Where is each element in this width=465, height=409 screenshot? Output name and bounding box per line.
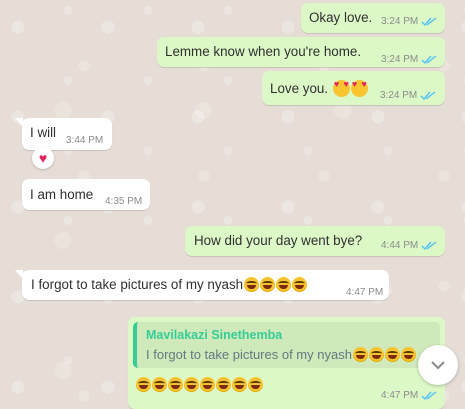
tears-of-joy-icon bbox=[384, 347, 400, 362]
message-time: 3:44 PM bbox=[66, 135, 104, 146]
tears-of-joy-icon bbox=[244, 277, 260, 292]
message-time: 4:47 PM bbox=[381, 390, 419, 401]
read-ticks-icon bbox=[421, 54, 437, 64]
message-text: Lemme know when you're home. bbox=[165, 44, 362, 59]
quote-text: I forgot to take pictures of my nyash bbox=[146, 347, 416, 362]
read-ticks-icon bbox=[421, 390, 437, 400]
message-meta: 4:47 PM bbox=[346, 287, 383, 298]
rofl-icon bbox=[184, 377, 199, 392]
rofl-icon bbox=[248, 377, 263, 392]
message-outgoing[interactable]: Okay love. 3:24 PM bbox=[301, 3, 445, 33]
quote-text-content: I forgot to take pictures of my nyash bbox=[146, 347, 352, 362]
message-text: Okay love. bbox=[309, 10, 373, 25]
read-ticks-icon bbox=[421, 16, 437, 26]
message-incoming[interactable]: I will 3:44 PM bbox=[15, 118, 112, 150]
message-time: 3:24 PM bbox=[381, 54, 419, 65]
message-time: 3:24 PM bbox=[381, 16, 419, 27]
message-text-content: Love you. bbox=[270, 81, 329, 96]
message-time: 4:47 PM bbox=[346, 287, 384, 298]
message-meta: 3:24 PM bbox=[381, 16, 437, 27]
message-text: I am home bbox=[30, 187, 94, 202]
rofl-icon bbox=[152, 377, 167, 392]
message-text: I will bbox=[30, 125, 57, 140]
message-text: How did your day went bye? bbox=[194, 233, 363, 248]
emoji-row bbox=[135, 377, 263, 392]
tears-of-joy-icon bbox=[400, 347, 416, 362]
tears-of-joy-icon bbox=[352, 347, 368, 362]
message-outgoing[interactable]: Love you. 3:24 PM bbox=[262, 71, 445, 105]
message-outgoing[interactable]: How did your day went bye? 4:44 PM bbox=[185, 226, 445, 256]
message-text: I forgot to take pictures of my nyash bbox=[31, 277, 308, 292]
read-ticks-icon bbox=[420, 90, 436, 100]
rofl-icon bbox=[168, 377, 183, 392]
message-meta: 4:44 PM bbox=[381, 240, 437, 251]
smiling-face-with-hearts-icon bbox=[332, 80, 350, 97]
message-outgoing[interactable]: Lemme know when you're home. 3:24 PM bbox=[157, 37, 445, 67]
message-meta: 3:44 PM bbox=[66, 135, 103, 146]
chevron-down-icon bbox=[431, 361, 445, 370]
read-ticks-icon bbox=[421, 240, 437, 250]
message-time: 3:24 PM bbox=[380, 90, 418, 101]
message-text-content: I forgot to take pictures of my nyash bbox=[31, 277, 244, 292]
rofl-icon bbox=[216, 377, 231, 392]
message-incoming[interactable]: I forgot to take pictures of my nyash 4:… bbox=[15, 270, 389, 300]
tears-of-joy-icon bbox=[276, 277, 292, 292]
tears-of-joy-icon bbox=[292, 277, 308, 292]
message-outgoing-reply[interactable]: Mavilakazi Sinethemba I forgot to take p… bbox=[128, 317, 445, 409]
message-incoming[interactable]: I am home 4:35 PM bbox=[22, 179, 150, 210]
smiling-face-with-hearts-icon bbox=[350, 80, 368, 97]
rofl-icon bbox=[232, 377, 247, 392]
tears-of-joy-icon bbox=[260, 277, 276, 292]
message-time: 4:35 PM bbox=[105, 196, 143, 207]
message-meta: 4:47 PM bbox=[381, 390, 437, 401]
rofl-icon bbox=[200, 377, 215, 392]
message-meta: 4:35 PM bbox=[105, 196, 142, 207]
quote-author: Mavilakazi Sinethemba bbox=[146, 328, 283, 342]
heart-reaction-icon[interactable]: ♥ bbox=[32, 147, 54, 169]
rofl-icon bbox=[136, 377, 151, 392]
message-text: Love you. bbox=[270, 80, 368, 97]
message-time: 4:44 PM bbox=[381, 240, 419, 251]
tears-of-joy-icon bbox=[368, 347, 384, 362]
message-meta: 3:24 PM bbox=[380, 90, 436, 101]
message-meta: 3:24 PM bbox=[381, 54, 437, 65]
quoted-message[interactable]: Mavilakazi Sinethemba I forgot to take p… bbox=[133, 322, 440, 368]
scroll-to-bottom-button[interactable] bbox=[418, 345, 458, 385]
